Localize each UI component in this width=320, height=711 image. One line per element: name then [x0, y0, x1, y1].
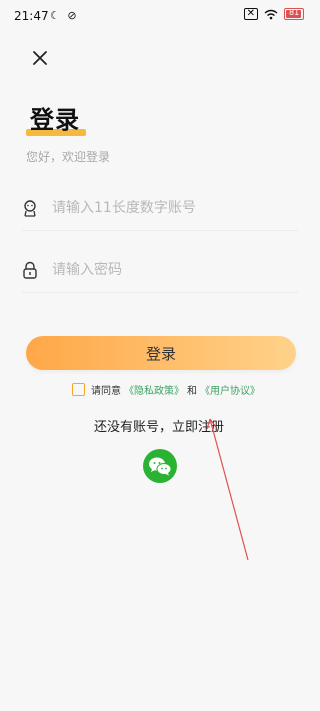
annotation-arrow: [206, 418, 249, 561]
